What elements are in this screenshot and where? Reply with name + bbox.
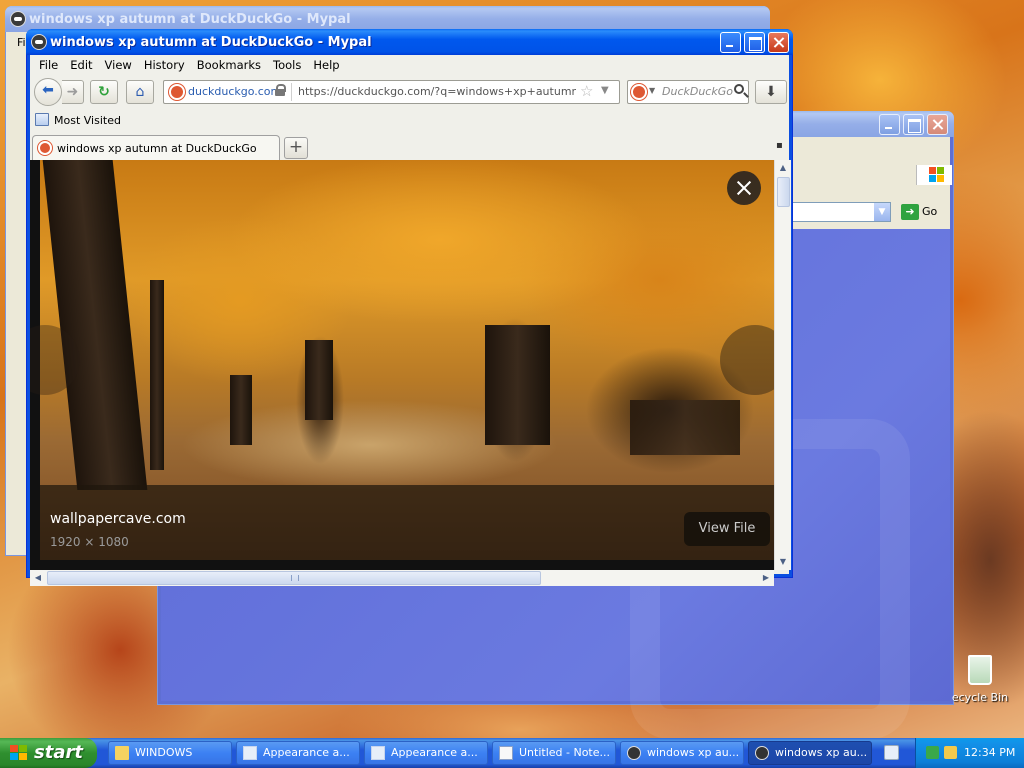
taskbar-button-appearance-1[interactable]: Appearance a... (236, 741, 360, 765)
taskbar-button-notepad[interactable]: Untitled - Note... (492, 741, 616, 765)
search-bar[interactable]: ▼ DuckDuckGo (627, 80, 749, 104)
forward-button[interactable]: ➜ (62, 80, 84, 104)
recycle-bin-icon (968, 655, 992, 685)
menu-bar: File Edit View History Bookmarks Tools H… (30, 55, 789, 75)
mypal-icon (31, 34, 47, 50)
windows-flag-icon (916, 165, 952, 185)
background-window-title: windows xp autumn at DuckDuckGo - Mypal (29, 12, 351, 27)
taskbar: start WINDOWS Appearance a... Appearance… (0, 738, 1024, 768)
home-button[interactable]: ⌂ (126, 80, 154, 104)
system-tray: 12:34 PM (915, 738, 1024, 768)
tree-trunk (485, 325, 550, 445)
image-source-link[interactable]: wallpapercave.com (50, 511, 186, 527)
scroll-left-arrow-icon[interactable]: ◀ (30, 570, 46, 586)
notification-icon[interactable] (944, 746, 957, 759)
url-text[interactable]: https://duckduckgo.com/?q=windows+xp+aut… (298, 84, 576, 100)
start-label: start (34, 742, 83, 763)
tab-duckduckgo[interactable]: windows xp autumn at DuckDuckGo (32, 135, 280, 160)
tab-list-icon[interactable]: ▪ (776, 141, 786, 151)
menu-bookmarks[interactable]: Bookmarks (192, 55, 266, 75)
chevron-down-icon[interactable]: ▼ (874, 203, 890, 221)
horizontal-scrollbar[interactable]: ◀ ▶ (30, 570, 774, 586)
duckduckgo-engine-icon[interactable] (631, 84, 647, 100)
reload-button[interactable]: ↻ (90, 80, 118, 104)
display-icon (371, 746, 385, 760)
taskbar-button-windows[interactable]: WINDOWS (108, 741, 232, 765)
site-identity-button[interactable]: duckduckgo.com (166, 83, 292, 101)
chevron-down-icon[interactable]: ▼ (649, 86, 655, 95)
start-button[interactable]: start (0, 738, 97, 768)
wooden-fence (630, 400, 740, 455)
explorer-maximize-button[interactable] (903, 114, 924, 135)
taskbar-button-mypal-1[interactable]: windows xp au... (620, 741, 744, 765)
menu-history[interactable]: History (139, 55, 190, 75)
most-visited-bookmark[interactable]: Most Visited (54, 114, 121, 127)
tree-trunk (305, 340, 333, 420)
explorer-address-combo[interactable]: ▼ (791, 202, 891, 222)
scroll-up-arrow-icon[interactable]: ▲ (775, 160, 791, 176)
back-button[interactable]: ⬅ (34, 78, 62, 106)
mypal-browser-window[interactable]: windows xp autumn at DuckDuckGo - Mypal … (26, 29, 793, 586)
vertical-scrollbar[interactable]: ▲ ▼ (774, 160, 791, 570)
maximize-button[interactable] (744, 32, 765, 53)
page-content: wallpapercave.com 1920 × 1080 View File (30, 160, 774, 570)
close-preview-button[interactable] (727, 171, 761, 205)
mypal-icon (755, 746, 769, 760)
scroll-down-arrow-icon[interactable]: ▼ (775, 554, 791, 570)
new-tab-button[interactable]: + (284, 137, 308, 159)
navigation-toolbar: ➜ ⬅ ↻ ⌂ duckduckgo.com https://duckduckg… (30, 75, 789, 109)
clock[interactable]: 12:34 PM (964, 746, 1015, 759)
duckduckgo-favicon-icon (38, 141, 52, 155)
folder-icon (115, 746, 129, 760)
mypal-titlebar[interactable]: windows xp autumn at DuckDuckGo - Mypal (26, 29, 793, 55)
tab-strip: windows xp autumn at DuckDuckGo + ▪ (30, 135, 789, 160)
explorer-minimize-button[interactable] (879, 114, 900, 135)
quick-launch-icon[interactable] (884, 745, 899, 760)
menu-edit[interactable]: Edit (65, 55, 97, 75)
tab-title: windows xp autumn at DuckDuckGo (57, 142, 257, 155)
close-button[interactable] (768, 32, 789, 53)
menu-file[interactable]: File (34, 55, 63, 75)
mypal-icon (627, 746, 641, 760)
recycle-bin-label: ecycle Bin (951, 691, 1009, 704)
duckduckgo-favicon-icon (169, 84, 185, 100)
url-history-dropdown-icon[interactable]: ▼ (601, 85, 609, 96)
recycle-bin-desktop-icon[interactable]: ecycle Bin (950, 655, 1010, 704)
tree-trunk (230, 375, 252, 445)
search-placeholder[interactable]: DuckDuckGo (662, 85, 733, 98)
windows-logo-icon (10, 745, 28, 761)
downloads-button[interactable]: ⬇ (755, 80, 787, 104)
taskbar-button-mypal-2[interactable]: windows xp au... (748, 741, 872, 765)
view-file-button[interactable]: View File (684, 512, 770, 546)
scroll-right-arrow-icon[interactable]: ▶ (758, 570, 774, 586)
url-bar[interactable]: duckduckgo.com https://duckduckgo.com/?q… (163, 80, 620, 104)
explorer-close-button[interactable] (927, 114, 948, 135)
menu-tools[interactable]: Tools (268, 55, 306, 75)
menu-view[interactable]: View (100, 55, 137, 75)
bookmark-folder-icon (35, 113, 49, 126)
lock-icon (275, 84, 286, 96)
display-icon (243, 746, 257, 760)
menu-help[interactable]: Help (308, 55, 344, 75)
horizontal-scroll-thumb[interactable] (47, 571, 541, 585)
site-identity-label: duckduckgo.com (188, 85, 282, 98)
image-dimensions: 1920 × 1080 (50, 535, 129, 549)
image-caption-bar: wallpapercave.com 1920 × 1080 View File (40, 485, 774, 560)
bookmark-star-icon[interactable]: ☆ (580, 82, 593, 100)
bookmarks-toolbar: Most Visited (30, 109, 789, 131)
tree-trunk (42, 160, 148, 490)
vertical-scroll-thumb[interactable] (777, 177, 790, 207)
taskbar-button-appearance-2[interactable]: Appearance a... (364, 741, 488, 765)
explorer-go-button[interactable]: ➜ Go (901, 202, 947, 222)
notepad-icon (499, 746, 513, 760)
mypal-icon (10, 11, 26, 27)
search-icon[interactable] (734, 84, 744, 94)
minimize-button[interactable] (720, 32, 741, 53)
window-title: windows xp autumn at DuckDuckGo - Mypal (50, 35, 372, 50)
go-arrow-icon: ➜ (901, 204, 919, 220)
tree-trunk (150, 280, 164, 470)
browser-client: File Edit View History Bookmarks Tools H… (30, 55, 791, 586)
network-icon[interactable] (926, 746, 939, 759)
